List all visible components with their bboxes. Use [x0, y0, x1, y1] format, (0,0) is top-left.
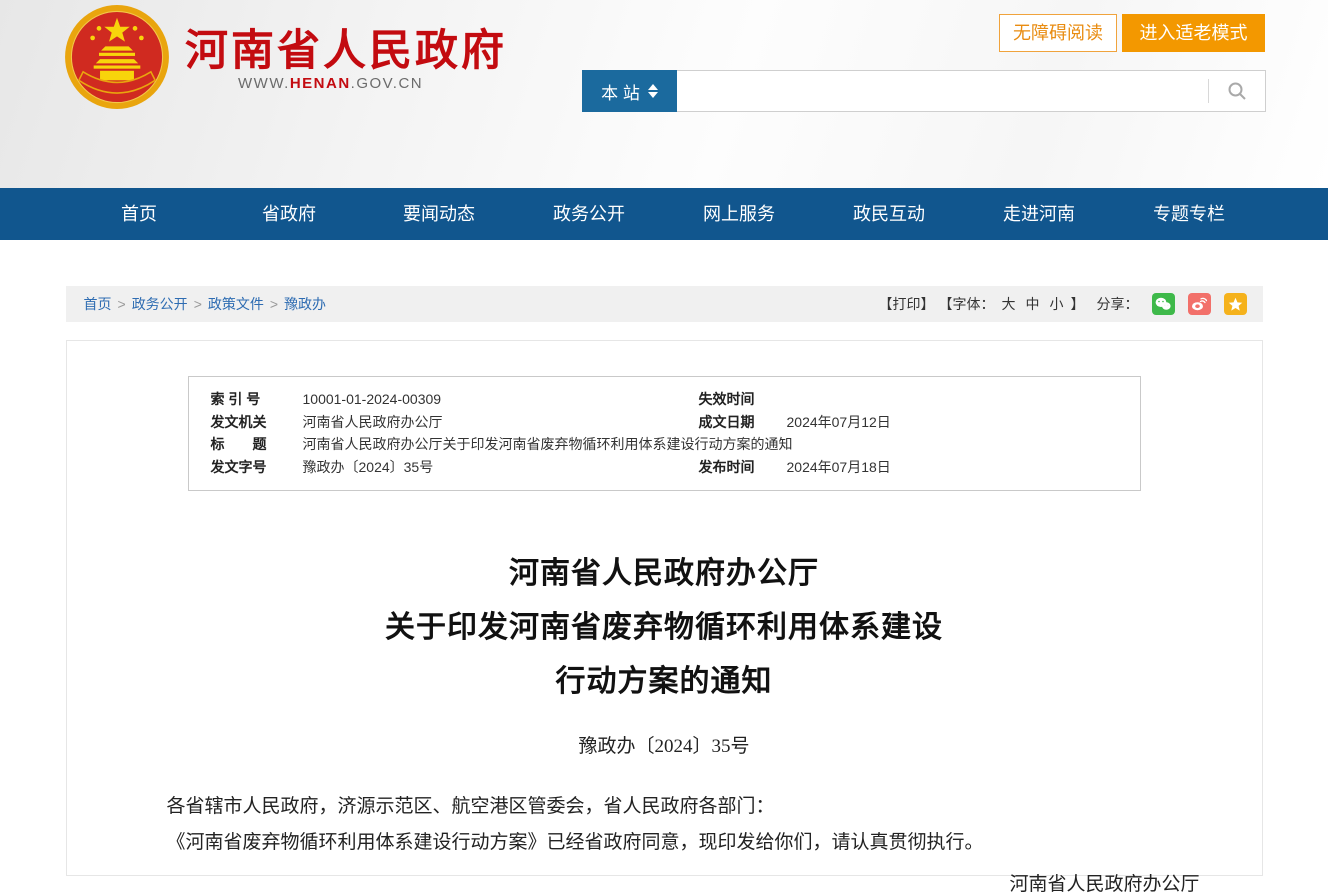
nav-item-interaction[interactable]: 政民互动	[814, 188, 964, 240]
breadcrumb-policy-docs[interactable]: 政策文件	[208, 294, 264, 314]
meta-label-issuing-agency: 发文机关	[211, 411, 303, 434]
breadcrumb-yuzhengban[interactable]: 豫政办	[284, 294, 326, 314]
document-meta-table: 索 引 号 10001-01-2024-00309 失效时间 发文机关 河南省人…	[188, 376, 1141, 491]
meta-label-doc-number: 发文字号	[211, 456, 303, 479]
meta-value-index-no: 10001-01-2024-00309	[303, 388, 699, 411]
document-paragraph-salutation: 各省辖市人民政府，济源示范区、航空港区管委会，省人民政府各部门：	[129, 789, 1200, 825]
search-scope-dropdown[interactable]: 本 站	[582, 70, 677, 112]
document-body: 各省辖市人民政府，济源示范区、航空港区管委会，省人民政府各部门： 《河南省废弃物…	[129, 789, 1200, 861]
breadcrumb-separator: >	[270, 296, 278, 312]
font-size-small-button[interactable]: 小	[1050, 294, 1064, 314]
meta-label-index-no: 索 引 号	[211, 388, 303, 411]
breadcrumb-home[interactable]: 首页	[84, 294, 112, 314]
share-wechat-button[interactable]	[1152, 293, 1175, 315]
site-header: 河南省人民政府 WWW.HENAN.GOV.CN 无障碍阅读 进入适老模式 本 …	[0, 0, 1328, 188]
accessibility-reading-button[interactable]: 无障碍阅读	[999, 14, 1117, 52]
share-label: 分享：	[1097, 294, 1139, 314]
document-paragraph-main: 《河南省废弃物循环利用体系建设行动方案》已经省政府同意，现印发给你们，请认真贯彻…	[129, 825, 1200, 861]
breadcrumb-separator: >	[194, 296, 202, 312]
dropdown-arrows-icon	[648, 84, 658, 98]
nav-item-provincial-gov[interactable]: 省政府	[214, 188, 364, 240]
main-nav: 首页 省政府 要闻动态 政务公开 网上服务 政民互动 走进河南 专题专栏	[0, 188, 1328, 240]
nav-item-online-services[interactable]: 网上服务	[664, 188, 814, 240]
meta-value-expiry	[787, 388, 1140, 411]
breadcrumb: 首页 > 政务公开 > 政策文件 > 豫政办	[84, 294, 327, 314]
meta-label-title: 标 题	[211, 433, 303, 456]
meta-value-issuing-agency: 河南省人民政府办公厅	[303, 411, 699, 434]
meta-value-title: 河南省人民政府办公厅关于印发河南省废弃物循环利用体系建设行动方案的通知	[303, 433, 1140, 456]
document-title-line-3: 行动方案的通知	[67, 655, 1262, 709]
document-title: 河南省人民政府办公厅 关于印发河南省废弃物循环利用体系建设 行动方案的通知	[67, 547, 1262, 709]
nav-item-about-henan[interactable]: 走进河南	[964, 188, 1114, 240]
weibo-icon	[1191, 297, 1207, 311]
meta-value-publish-date: 2024年07月18日	[787, 456, 1140, 479]
site-url-prefix: WWW.	[238, 75, 290, 92]
print-button[interactable]: 【打印】	[879, 294, 935, 314]
meta-value-written-date: 2024年07月12日	[787, 411, 1140, 434]
wechat-icon	[1155, 297, 1171, 311]
national-emblem-logo	[64, 4, 170, 110]
search-box	[677, 70, 1266, 112]
search-button[interactable]	[1209, 71, 1265, 111]
search-icon	[1227, 81, 1247, 101]
site-url: WWW.HENAN.GOV.CN	[238, 75, 423, 92]
meta-label-expiry: 失效时间	[699, 388, 787, 411]
star-icon	[1228, 297, 1243, 312]
document-content-box: 索 引 号 10001-01-2024-00309 失效时间 发文机关 河南省人…	[66, 340, 1263, 876]
nav-item-news[interactable]: 要闻动态	[364, 188, 514, 240]
breadcrumb-separator: >	[118, 296, 126, 312]
main-nav-inner: 首页 省政府 要闻动态 政务公开 网上服务 政民互动 走进河南 专题专栏	[64, 188, 1264, 240]
site-url-highlight: HENAN	[290, 75, 351, 92]
meta-value-doc-number: 豫政办〔2024〕35号	[303, 456, 699, 479]
meta-label-publish-date: 发布时间	[699, 456, 787, 479]
search-bar: 本 站	[582, 70, 1266, 112]
page-toolbar: 【打印】 【字体： 大 中 小 】 分享：	[879, 293, 1247, 315]
meta-row-issuer: 发文机关 河南省人民政府办公厅 成文日期 2024年07月12日	[189, 411, 1140, 434]
meta-row-index: 索 引 号 10001-01-2024-00309 失效时间	[189, 388, 1140, 411]
share-weibo-button[interactable]	[1188, 293, 1211, 315]
search-input[interactable]	[677, 72, 1208, 110]
document-title-line-1: 河南省人民政府办公厅	[67, 547, 1262, 601]
font-size-medium-button[interactable]: 中	[1026, 294, 1040, 314]
page: 河南省人民政府 WWW.HENAN.GOV.CN 无障碍阅读 进入适老模式 本 …	[0, 0, 1328, 894]
site-title: 河南省人民政府	[185, 16, 507, 78]
site-url-suffix: .GOV.CN	[351, 75, 423, 92]
share-favorite-button[interactable]	[1224, 293, 1247, 315]
breadcrumb-bar: 首页 > 政务公开 > 政策文件 > 豫政办 【打印】 【字体： 大 中 小 】…	[66, 286, 1263, 322]
meta-label-written-date: 成文日期	[699, 411, 787, 434]
header-buttons: 无障碍阅读 进入适老模式	[999, 14, 1265, 52]
breadcrumb-gov-affairs[interactable]: 政务公开	[132, 294, 188, 314]
font-size-label-close: 】	[1071, 294, 1085, 314]
signature-agency: 河南省人民政府办公厅	[67, 865, 1262, 894]
document-number: 豫政办〔2024〕35号	[67, 731, 1262, 758]
nav-item-home[interactable]: 首页	[64, 188, 214, 240]
meta-row-doc-number: 发文字号 豫政办〔2024〕35号 发布时间 2024年07月18日	[189, 456, 1140, 479]
document-title-line-2: 关于印发河南省废弃物循环利用体系建设	[67, 601, 1262, 655]
document-signature-block: 河南省人民政府办公厅 2024年7月12日	[67, 865, 1262, 894]
font-size-large-button[interactable]: 大	[1002, 294, 1016, 314]
nav-item-special-topics[interactable]: 专题专栏	[1114, 188, 1264, 240]
font-size-label: 【字体：	[939, 294, 995, 314]
meta-row-title: 标 题 河南省人民政府办公厅关于印发河南省废弃物循环利用体系建设行动方案的通知	[189, 433, 1140, 456]
elderly-mode-button[interactable]: 进入适老模式	[1122, 14, 1265, 52]
nav-item-gov-affairs[interactable]: 政务公开	[514, 188, 664, 240]
search-scope-label: 本 站	[601, 79, 640, 104]
